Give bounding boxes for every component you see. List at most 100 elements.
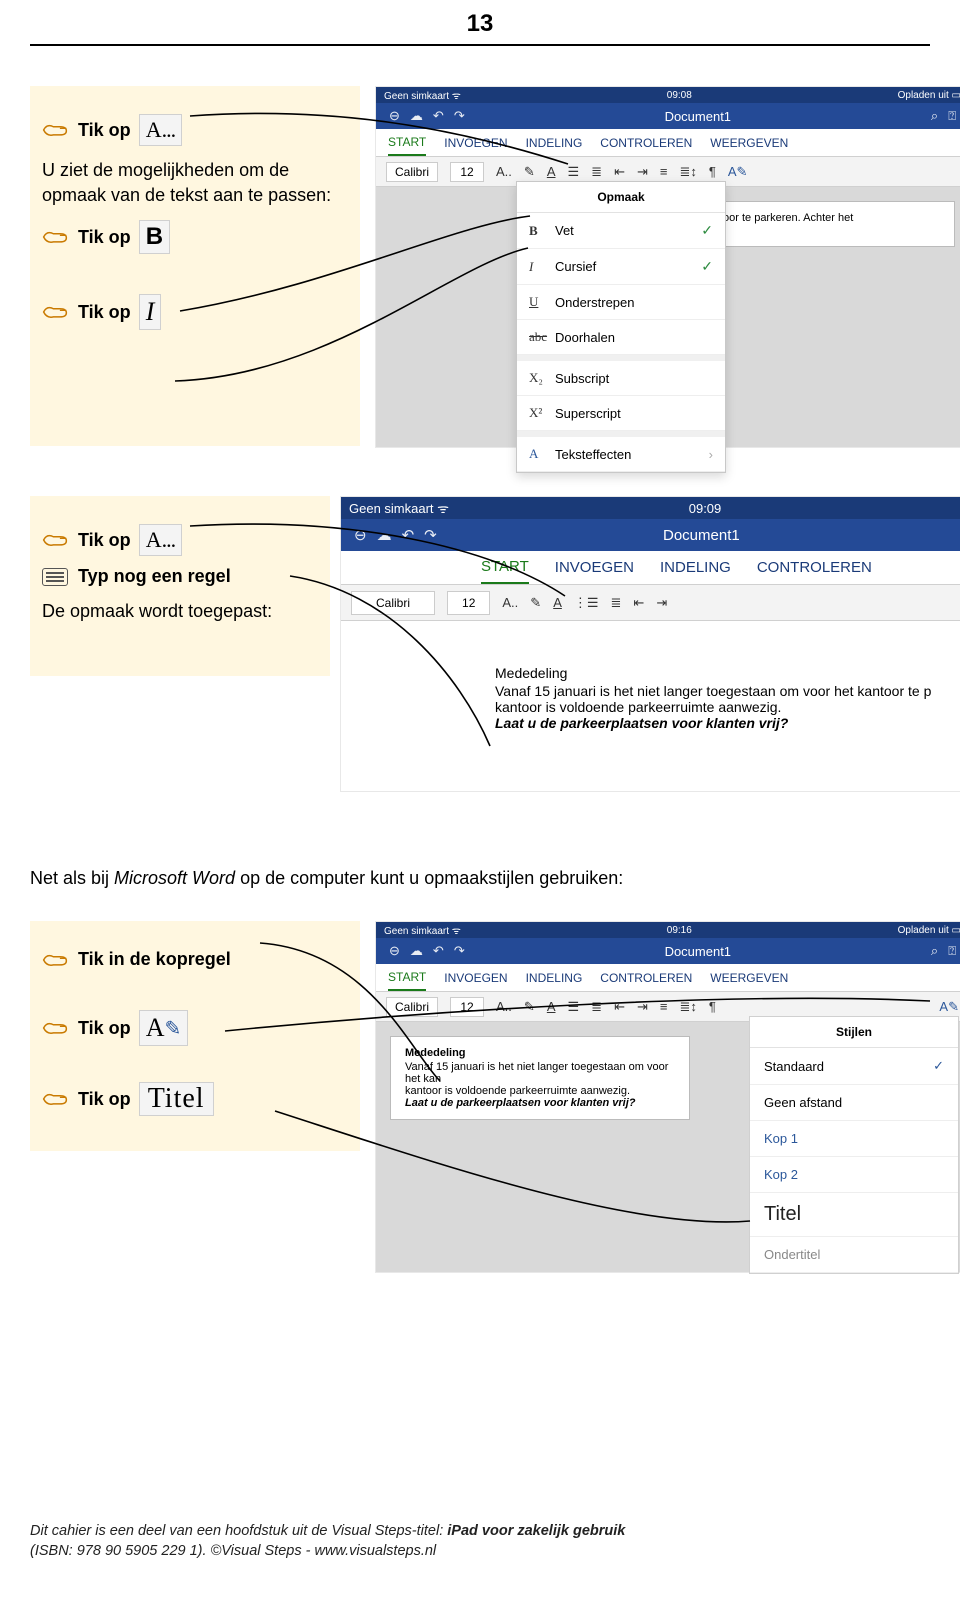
redo-icon[interactable]: ↷ bbox=[424, 526, 437, 544]
font-name[interactable]: Calibri bbox=[386, 997, 438, 1017]
tab-start[interactable]: START bbox=[388, 129, 426, 156]
doc-title: Document1 bbox=[470, 109, 926, 124]
tab-invoegen[interactable]: INVOEGEN bbox=[555, 559, 634, 576]
redo-icon[interactable]: ↷ bbox=[454, 943, 465, 959]
word-canvas: estaan om voor het kantoor te parkeren. … bbox=[376, 187, 960, 447]
font-color-icon[interactable]: A bbox=[547, 164, 556, 179]
instr-tap-styles: Tik op A✎ bbox=[42, 1010, 350, 1046]
popover-row-cursief[interactable]: ICursief✓ bbox=[517, 249, 725, 285]
highlight-icon[interactable]: ✎ bbox=[530, 595, 541, 611]
word-screenshot-3: Geen simkaart ᯤ 09:16 Opladen uit ▭ ⊖ ☁ … bbox=[375, 921, 960, 1273]
check-icon: ✓ bbox=[701, 258, 713, 275]
bullets-icon[interactable]: ⋮☰ bbox=[574, 595, 599, 611]
font-color-icon[interactable]: A bbox=[547, 999, 556, 1014]
tab-indeling[interactable]: INDELING bbox=[526, 971, 583, 985]
page-number: 13 bbox=[30, 0, 930, 46]
indent-icon[interactable]: ⇥ bbox=[656, 595, 667, 611]
tab-controleren[interactable]: CONTROLEREN bbox=[600, 971, 692, 985]
font-name[interactable]: Calibri bbox=[351, 591, 435, 615]
battery-label: Opladen uit ▭ bbox=[898, 925, 960, 936]
popover-row-subscript[interactable]: X₂Subscript bbox=[517, 355, 725, 396]
share-icon[interactable]: ⍰ bbox=[948, 108, 956, 124]
styles-icon[interactable]: A✎ bbox=[728, 164, 748, 180]
bullets-icon[interactable]: ☰ bbox=[568, 164, 580, 180]
tab-controleren[interactable]: CONTROLEREN bbox=[600, 136, 692, 150]
outdent-icon[interactable]: ⇤ bbox=[633, 595, 644, 611]
undo-icon[interactable]: ↶ bbox=[402, 526, 415, 544]
style-row-ondertitel[interactable]: Ondertitel bbox=[750, 1237, 958, 1273]
style-row-kop-1[interactable]: Kop 1 bbox=[750, 1121, 958, 1157]
tab-invoegen[interactable]: INVOEGEN bbox=[444, 136, 507, 150]
style-row-geen-afstand[interactable]: Geen afstand bbox=[750, 1085, 958, 1121]
redo-icon[interactable]: ↷ bbox=[454, 108, 465, 124]
para-marks-icon[interactable]: ¶ bbox=[709, 999, 716, 1014]
format-menu-icon[interactable]: A.. bbox=[496, 164, 512, 179]
outdent-icon[interactable]: ⇤ bbox=[614, 164, 625, 180]
instr-text: Tik op bbox=[78, 530, 131, 551]
tab-start[interactable]: START bbox=[481, 551, 529, 584]
style-label: Kop 1 bbox=[764, 1131, 798, 1146]
indent-icon[interactable]: ⇥ bbox=[637, 164, 648, 180]
align-icon[interactable]: ≡ bbox=[660, 164, 668, 179]
highlight-icon[interactable]: ✎ bbox=[524, 999, 535, 1015]
italic-icon: I bbox=[139, 294, 162, 330]
font-size[interactable]: 12 bbox=[450, 997, 484, 1017]
style-label: Kop 2 bbox=[764, 1167, 798, 1182]
align-icon[interactable]: ≡ bbox=[660, 999, 668, 1014]
popover-row-vet[interactable]: BVet✓ bbox=[517, 213, 725, 249]
font-name[interactable]: Calibri bbox=[386, 162, 438, 182]
format-menu-icon[interactable]: A.. bbox=[502, 595, 518, 610]
doc-title: Document1 bbox=[442, 527, 960, 544]
style-row-standaard[interactable]: Standaard✓ bbox=[750, 1048, 958, 1085]
bullets-icon[interactable]: ☰ bbox=[568, 999, 580, 1015]
indent-icon[interactable]: ⇥ bbox=[637, 999, 648, 1015]
numbering-icon[interactable]: ≣ bbox=[611, 595, 622, 611]
word-tabs: START INVOEGEN INDELING CONTROLEREN bbox=[341, 551, 960, 585]
popover-row-superscript[interactable]: X²Superscript bbox=[517, 396, 725, 431]
tab-indeling[interactable]: INDELING bbox=[660, 559, 731, 576]
back-icon[interactable]: ⊖ bbox=[354, 526, 367, 544]
font-size[interactable]: 12 bbox=[450, 162, 484, 182]
numbering-icon[interactable]: ≣ bbox=[591, 164, 602, 180]
instr-text: Typ nog een regel bbox=[78, 566, 231, 587]
style-row-kop-2[interactable]: Kop 2 bbox=[750, 1157, 958, 1193]
search-icon[interactable]: ⌕ bbox=[931, 943, 938, 959]
outdent-icon[interactable]: ⇤ bbox=[614, 999, 625, 1015]
tab-start[interactable]: START bbox=[388, 964, 426, 991]
spacing-icon[interactable]: ≣↕ bbox=[679, 999, 696, 1015]
back-icon[interactable]: ⊖ bbox=[389, 943, 400, 959]
undo-icon[interactable]: ↶ bbox=[433, 108, 444, 124]
search-icon[interactable]: ⌕ bbox=[931, 108, 938, 124]
share-icon[interactable]: ⍰ bbox=[948, 943, 956, 959]
word-screenshot-2: Geen simkaart ᯤ 09:09 ⊖ ☁ ↶ ↷ Document1 … bbox=[340, 496, 960, 792]
style-label: Standaard bbox=[764, 1059, 824, 1074]
font-size[interactable]: 12 bbox=[447, 591, 490, 615]
cloud-icon[interactable]: ☁ bbox=[410, 943, 423, 959]
format-option-icon: X² bbox=[529, 405, 555, 421]
style-row-titel[interactable]: Titel bbox=[750, 1193, 958, 1237]
format-menu-icon[interactable]: A.. bbox=[496, 999, 512, 1014]
tab-invoegen[interactable]: INVOEGEN bbox=[444, 971, 507, 985]
spacing-icon[interactable]: ≣↕ bbox=[679, 164, 696, 180]
cloud-icon[interactable]: ☁ bbox=[377, 526, 392, 544]
tab-weergeven[interactable]: WEERGEVEN bbox=[710, 971, 788, 985]
highlight-icon[interactable]: ✎ bbox=[524, 164, 535, 180]
format-option-icon: U bbox=[529, 294, 555, 310]
popover-row-doorhalen[interactable]: abcDoorhalen bbox=[517, 320, 725, 355]
styles-icon[interactable]: A✎ bbox=[939, 999, 959, 1015]
instruction-column-1: Tik op A... U ziet de mogelijkheden om d… bbox=[30, 86, 360, 446]
popover-row-teksteffecten[interactable]: ATeksteffecten› bbox=[517, 431, 725, 472]
word-ribbon: Calibri 12 A.. ✎ A ⋮☰ ≣ ⇤ ⇥ bbox=[341, 585, 960, 621]
undo-icon[interactable]: ↶ bbox=[433, 943, 444, 959]
tab-weergeven[interactable]: WEERGEVEN bbox=[710, 136, 788, 150]
tab-indeling[interactable]: INDELING bbox=[526, 136, 583, 150]
footer-title: iPad voor zakelijk gebruik bbox=[447, 1523, 625, 1539]
numbering-icon[interactable]: ≣ bbox=[591, 999, 602, 1015]
format-option-icon: B bbox=[529, 223, 555, 239]
back-icon[interactable]: ⊖ bbox=[389, 108, 400, 124]
tab-controleren[interactable]: CONTROLEREN bbox=[757, 559, 872, 576]
para-marks-icon[interactable]: ¶ bbox=[709, 164, 716, 179]
popover-row-onderstrepen[interactable]: UOnderstrepen bbox=[517, 285, 725, 320]
cloud-icon[interactable]: ☁ bbox=[410, 108, 423, 124]
font-color-icon[interactable]: A bbox=[553, 595, 562, 610]
